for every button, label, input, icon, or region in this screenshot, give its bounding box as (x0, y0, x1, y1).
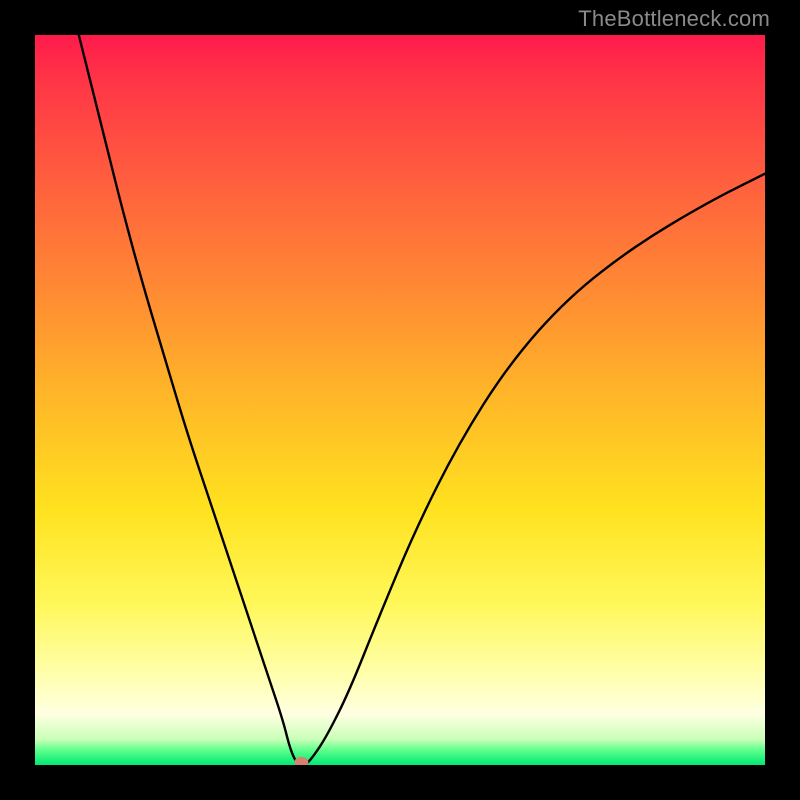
optimum-marker-icon (294, 757, 308, 765)
plot-area (35, 35, 765, 765)
watermark-text: TheBottleneck.com (578, 6, 770, 32)
bottleneck-curve (35, 35, 765, 765)
chart-frame: TheBottleneck.com (0, 0, 800, 800)
